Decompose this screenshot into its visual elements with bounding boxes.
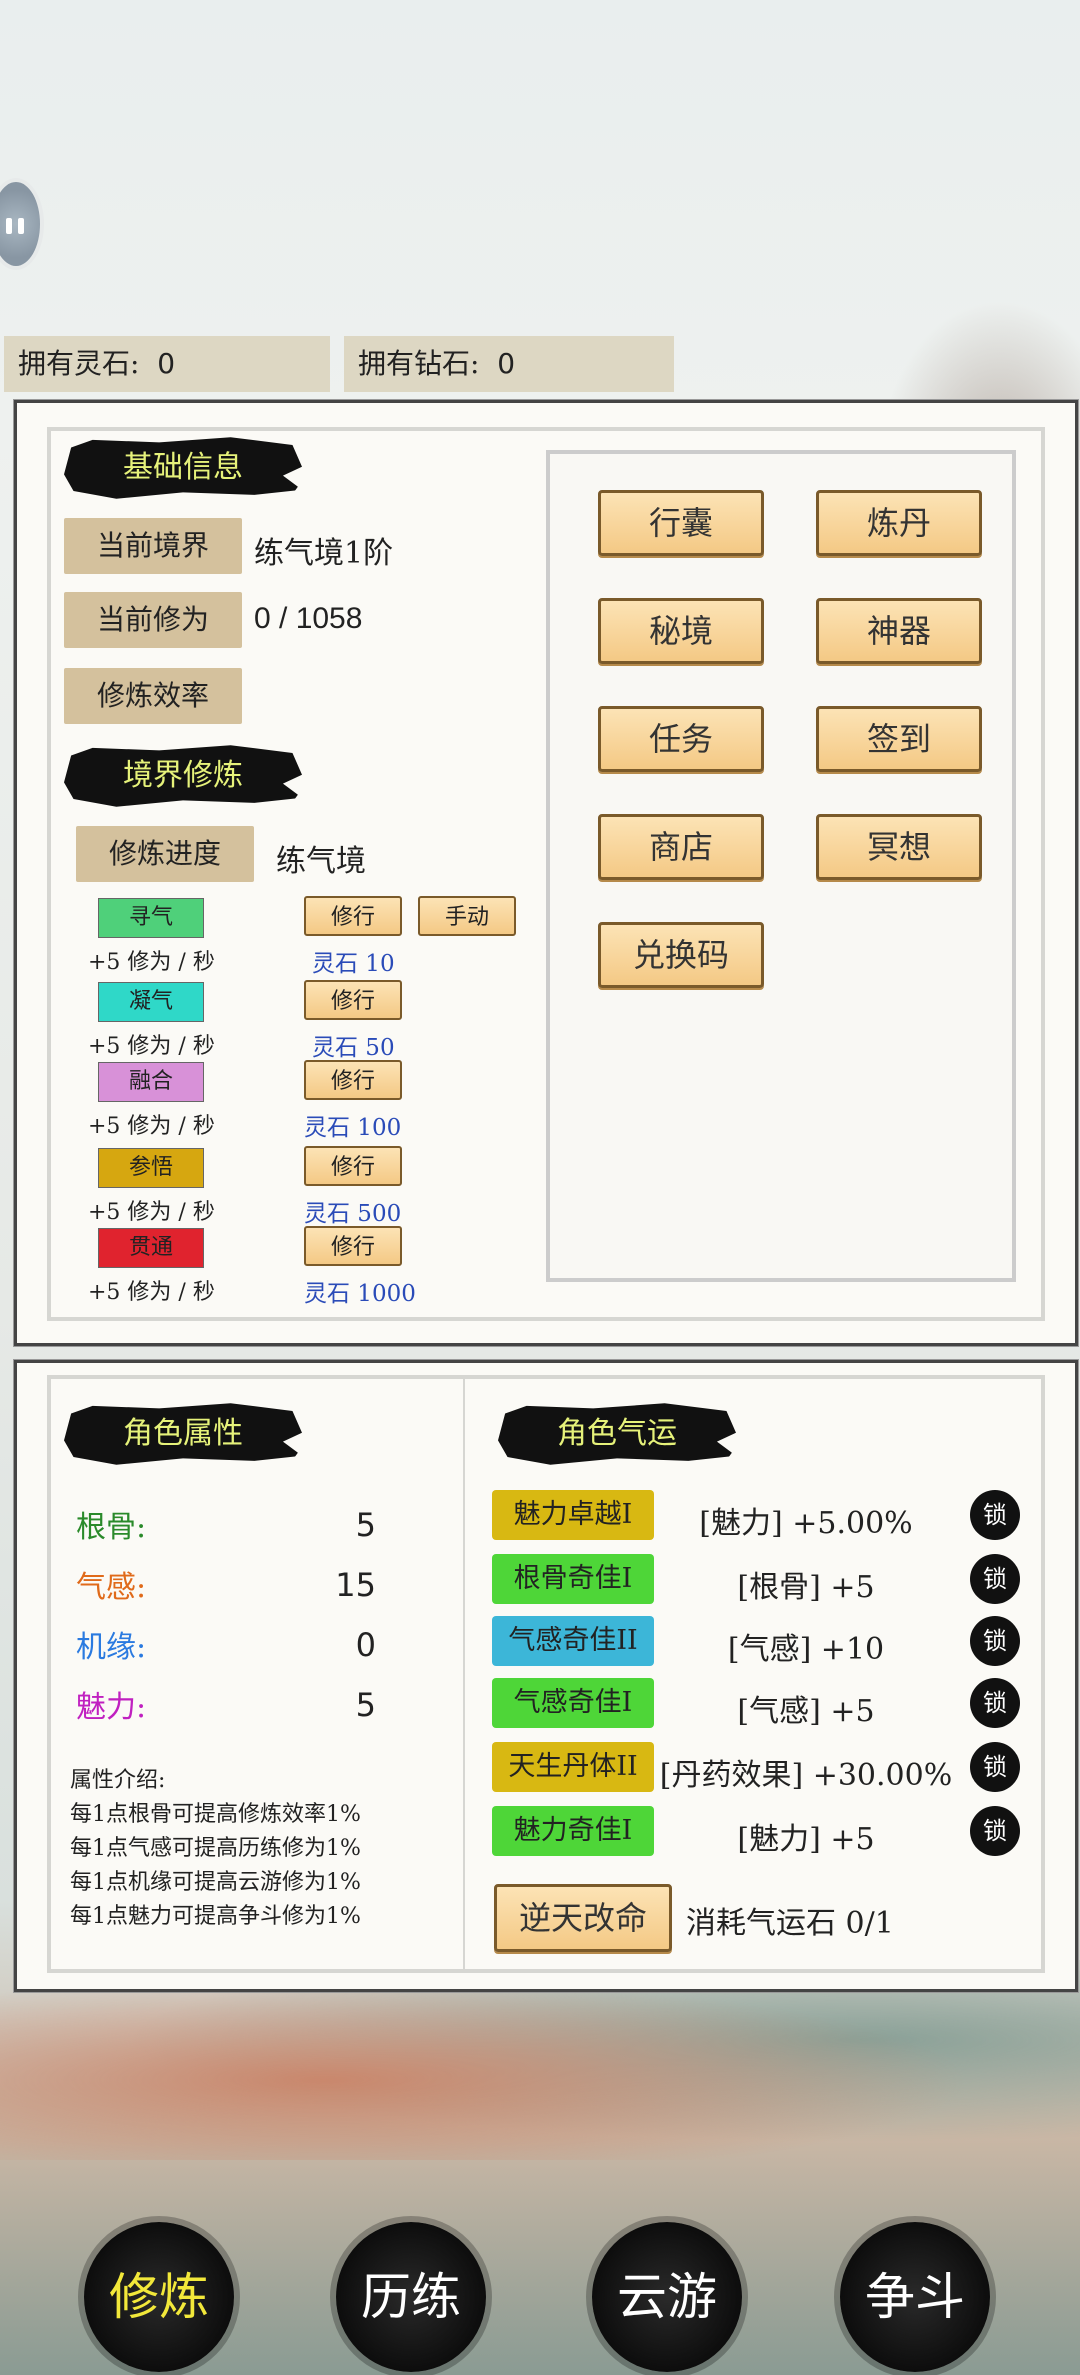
diamond-counter: 拥有钻石: 0: [344, 336, 674, 392]
attribute-label: 机缘:: [76, 1630, 147, 1665]
practice-button[interactable]: 修行: [304, 1060, 402, 1100]
lock-button[interactable]: 锁: [970, 1742, 1020, 1792]
fortune-effect: [丹药效果] +30.00%: [659, 1758, 953, 1793]
spirit-stone-counter: 拥有灵石: 0: [4, 336, 330, 392]
cultivation-rate: +5 修为 / 秒: [88, 1280, 215, 1305]
stone-cost: 灵石 500: [304, 1201, 402, 1227]
efficiency-label: 修炼效率: [64, 668, 242, 724]
attribute-label: 气感:: [76, 1570, 147, 1605]
menu-button[interactable]: 任务: [598, 706, 764, 772]
fortune-effect: [气感] +10: [727, 1632, 885, 1667]
basic-info-title: 基础信息: [64, 437, 302, 499]
lock-button[interactable]: 锁: [970, 1490, 1020, 1540]
fortune-effect: [根骨] +5: [737, 1570, 875, 1605]
lock-button[interactable]: 锁: [970, 1678, 1020, 1728]
fortune-effect: [魅力] +5.00%: [699, 1506, 913, 1541]
fortune-tag: 天生丹体II: [492, 1742, 654, 1792]
realm-chip: 寻气: [98, 898, 204, 938]
realm-chip: 融合: [98, 1062, 204, 1102]
fortune-effect: [魅力] +5: [737, 1822, 875, 1857]
nav-button-2[interactable]: 云游: [592, 2222, 742, 2372]
attribute-value: 0: [355, 1626, 376, 1664]
menu-button[interactable]: 冥想: [816, 814, 982, 880]
attribute-value: 5: [355, 1506, 376, 1544]
progress-value: 练气境: [276, 844, 366, 879]
cultivation-rate: +5 修为 / 秒: [88, 1200, 215, 1225]
menu-button[interactable]: 商店: [598, 814, 764, 880]
lock-button[interactable]: 锁: [970, 1806, 1020, 1856]
lock-button[interactable]: 锁: [970, 1554, 1020, 1604]
cultivation-rate: +5 修为 / 秒: [88, 950, 215, 975]
nav-button-3[interactable]: 争斗: [840, 2222, 990, 2372]
menu-button[interactable]: 秘境: [598, 598, 764, 664]
nav-button-1[interactable]: 历练: [336, 2222, 486, 2372]
fortune-effect: [气感] +5: [737, 1694, 875, 1729]
realm-value: 练气境1阶: [254, 536, 394, 571]
fortune-tag: 气感奇佳II: [492, 1616, 654, 1666]
menu-button[interactable]: 行囊: [598, 490, 764, 556]
practice-button[interactable]: 修行: [304, 1146, 402, 1186]
fortune-tag: 根骨奇佳I: [492, 1554, 654, 1604]
menu-button[interactable]: 炼丹: [816, 490, 982, 556]
realm-cultivation-title: 境界修炼: [64, 745, 302, 807]
cultivation-rate: +5 修为 / 秒: [88, 1114, 215, 1139]
attribute-label: 魅力:: [76, 1690, 147, 1725]
progress-label: 修炼进度: [76, 826, 254, 882]
realm-label: 当前境界: [64, 518, 242, 574]
menu-button[interactable]: 兑换码: [598, 922, 764, 988]
realm-chip: 贯通: [98, 1228, 204, 1268]
cultivation-label: 当前修为: [64, 592, 242, 648]
attributes-title: 角色属性: [64, 1403, 302, 1465]
practice-button[interactable]: 修行: [304, 980, 402, 1020]
menu-button[interactable]: 签到: [816, 706, 982, 772]
pause-icon: [6, 218, 12, 234]
reroll-cost: 消耗气运石 0/1: [686, 1906, 894, 1941]
stone-cost: 灵石 100: [304, 1115, 402, 1141]
nav-button-0[interactable]: 修炼: [84, 2222, 234, 2372]
stone-cost: 灵石 10: [312, 951, 395, 977]
fortune-tag: 魅力奇佳I: [492, 1806, 654, 1856]
cultivation-value: 0 / 1058: [254, 602, 363, 635]
practice-button[interactable]: 修行: [304, 896, 402, 936]
cultivation-rate: +5 修为 / 秒: [88, 1034, 215, 1059]
fortune-tag: 气感奇佳I: [492, 1678, 654, 1728]
fortune-title: 角色气运: [498, 1403, 736, 1465]
stone-cost: 灵石 50: [312, 1035, 395, 1061]
lock-button[interactable]: 锁: [970, 1616, 1020, 1666]
diamond-value: 0: [497, 347, 516, 380]
realm-chip: 参悟: [98, 1148, 204, 1188]
manual-button[interactable]: 手动: [418, 896, 516, 936]
pause-button[interactable]: [0, 178, 44, 270]
realm-chip: 凝气: [98, 982, 204, 1022]
attribute-value: 5: [355, 1686, 376, 1724]
attribute-intro: 属性介绍: 每1点根骨可提高修炼效率1% 每1点气感可提高历练修为1% 每1点机…: [70, 1768, 361, 1929]
spirit-stone-value: 0: [157, 347, 176, 380]
attribute-label: 根骨:: [76, 1510, 147, 1545]
attribute-value: 15: [335, 1566, 376, 1604]
menu-button[interactable]: 神器: [816, 598, 982, 664]
practice-button[interactable]: 修行: [304, 1226, 402, 1266]
reroll-fate-button[interactable]: 逆天改命: [494, 1884, 672, 1952]
stone-cost: 灵石 1000: [304, 1281, 416, 1307]
fortune-tag: 魅力卓越I: [492, 1490, 654, 1540]
